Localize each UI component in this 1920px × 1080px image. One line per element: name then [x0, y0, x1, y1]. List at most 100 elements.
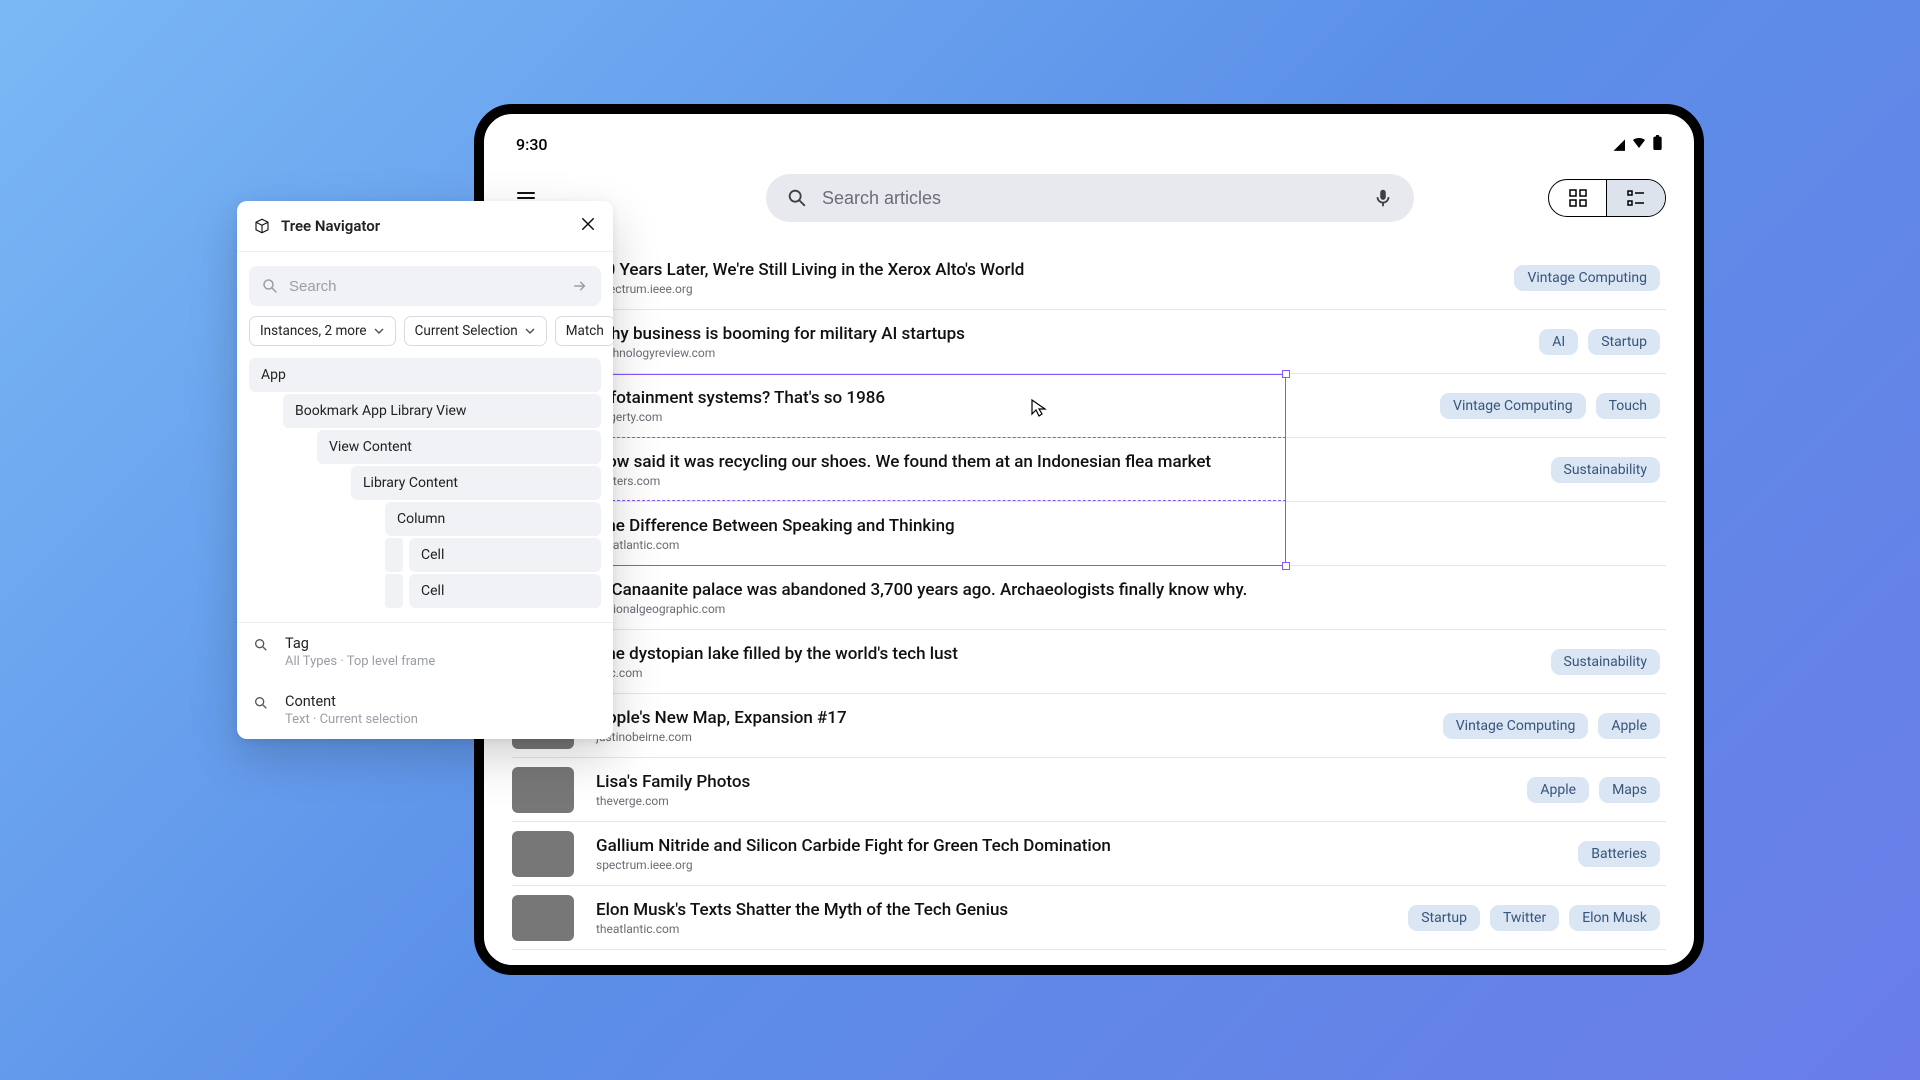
- article-title: 50 Years Later, We're Still Living in th…: [596, 260, 1492, 280]
- article-tags: Sustainability: [1551, 649, 1666, 675]
- article-row[interactable]: A Canaanite palace was abandoned 3,700 y…: [512, 566, 1666, 630]
- tablet-content: 9:30 ◢: [484, 114, 1694, 965]
- footer-item-content[interactable]: Content Text · Current selection: [237, 681, 613, 739]
- article-tags: Apple Maps: [1527, 777, 1666, 803]
- tag-chip[interactable]: Vintage Computing: [1514, 265, 1660, 291]
- footer-label: Tag: [285, 635, 435, 652]
- status-bar: 9:30 ◢: [512, 132, 1666, 156]
- filter-match[interactable]: Match: [555, 316, 613, 346]
- tree-node-view-content[interactable]: View Content: [317, 430, 601, 464]
- tree-node-library-content[interactable]: Library Content: [351, 466, 601, 500]
- search-icon: [261, 277, 279, 295]
- tree-node-label: Cell: [409, 538, 601, 572]
- tag-chip[interactable]: Apple: [1598, 713, 1660, 739]
- article-title: The dystopian lake filled by the world's…: [596, 644, 1529, 664]
- tag-chip[interactable]: Sustainability: [1551, 649, 1660, 675]
- article-title: Why business is booming for military AI …: [596, 324, 1517, 344]
- list-view-button[interactable]: [1607, 180, 1665, 216]
- tag-chip[interactable]: Maps: [1599, 777, 1660, 803]
- panel-footer: Tag All Types · Top level frame Content …: [237, 622, 613, 739]
- search-input[interactable]: [822, 188, 1358, 209]
- article-title: Lisa's Family Photos: [596, 772, 1505, 792]
- article-thumbnail: [512, 895, 574, 941]
- article-title: Dow said it was recycling our shoes. We …: [596, 452, 1529, 472]
- tag-chip[interactable]: Touch: [1596, 393, 1660, 419]
- footer-label: Content: [285, 693, 418, 710]
- tag-chip[interactable]: Vintage Computing: [1443, 713, 1589, 739]
- tag-chip[interactable]: Elon Musk: [1569, 905, 1660, 931]
- tree-node-column[interactable]: Column: [385, 502, 601, 536]
- signal-icon: ◢: [1613, 135, 1625, 153]
- cube-icon: [253, 217, 271, 235]
- tree-node-cell-1[interactable]: Cell: [385, 538, 601, 572]
- article-row[interactable]: Apple's New Map, Expansion #17justinobei…: [512, 694, 1666, 758]
- arrow-right-icon[interactable]: [571, 277, 589, 295]
- article-row[interactable]: Gallium Nitride and Silicon Carbide Figh…: [512, 822, 1666, 886]
- tag-chip[interactable]: Twitter: [1490, 905, 1559, 931]
- article-row[interactable]: Elon Musk's Texts Shatter the Myth of th…: [512, 886, 1666, 950]
- tree-node-cell-2[interactable]: Cell: [385, 574, 601, 608]
- search-icon: [253, 695, 269, 711]
- panel-search: [249, 266, 601, 306]
- list-icon: [1627, 189, 1645, 207]
- article-title: Gallium Nitride and Silicon Carbide Figh…: [596, 836, 1556, 856]
- article-row[interactable]: Why business is booming for military AI …: [512, 310, 1666, 374]
- search-icon: [786, 187, 808, 209]
- footer-item-tag[interactable]: Tag All Types · Top level frame: [237, 623, 613, 681]
- tree-spine: [385, 574, 403, 608]
- tablet-frame: 9:30 ◢: [474, 104, 1704, 975]
- wifi-icon: [1631, 134, 1647, 154]
- article-source: reuters.com: [596, 474, 1529, 488]
- close-icon: [579, 215, 597, 233]
- article-text: Why business is booming for military AI …: [596, 324, 1517, 360]
- battery-icon: [1653, 135, 1662, 154]
- tree: App Bookmark App Library View View Conte…: [237, 358, 613, 622]
- tree-spine: [385, 538, 403, 572]
- article-list[interactable]: 50 Years Later, We're Still Living in th…: [512, 246, 1666, 965]
- article-text: A Canaanite palace was abandoned 3,700 y…: [596, 580, 1638, 616]
- article-text: Gallium Nitride and Silicon Carbide Figh…: [596, 836, 1556, 872]
- panel-close-button[interactable]: [579, 215, 597, 237]
- mic-icon[interactable]: [1372, 187, 1394, 209]
- article-source: hagerty.com: [596, 410, 1418, 424]
- top-bar: [512, 174, 1666, 222]
- article-row[interactable]: Infotainment systems? That's so 1986 hage…: [512, 374, 1666, 438]
- article-row[interactable]: 50 Years Later, We're Still Living in th…: [512, 246, 1666, 310]
- tag-chip[interactable]: Batteries: [1578, 841, 1660, 867]
- tag-chip[interactable]: AI: [1539, 329, 1578, 355]
- tag-chip[interactable]: Startup: [1408, 905, 1480, 931]
- grid-icon: [1569, 189, 1587, 207]
- tree-node-label: Cell: [409, 574, 601, 608]
- article-source: bbc.com: [596, 666, 1529, 680]
- article-row[interactable]: Dow said it was recycling our shoes. We …: [512, 438, 1666, 502]
- article-thumbnail: [512, 767, 574, 813]
- panel-search-input[interactable]: [249, 266, 601, 306]
- article-source: nationalgeographic.com: [596, 602, 1638, 616]
- article-text: 50 Years Later, We're Still Living in th…: [596, 260, 1492, 296]
- tag-chip[interactable]: Vintage Computing: [1440, 393, 1586, 419]
- tag-chip[interactable]: Startup: [1588, 329, 1660, 355]
- filter-scope[interactable]: Current Selection: [404, 316, 547, 346]
- article-source: theverge.com: [596, 794, 1505, 808]
- tag-chip[interactable]: Sustainability: [1551, 457, 1660, 483]
- tree-node-app[interactable]: App: [249, 358, 601, 392]
- article-title: Apple's New Map, Expansion #17: [596, 708, 1421, 728]
- grid-view-button[interactable]: [1549, 180, 1607, 216]
- search-icon: [253, 637, 269, 653]
- article-text: The dystopian lake filled by the world's…: [596, 644, 1529, 680]
- article-row[interactable]: The Difference Between Speaking and Thin…: [512, 502, 1666, 566]
- search-bar[interactable]: [766, 174, 1414, 222]
- tree-node-bookmark-app-library-view[interactable]: Bookmark App Library View: [283, 394, 601, 428]
- article-title: Infotainment systems? That's so 1986: [596, 388, 1418, 408]
- article-tags: Sustainability: [1551, 457, 1666, 483]
- panel-header: Tree Navigator: [237, 201, 613, 252]
- article-title: The Difference Between Speaking and Thin…: [596, 516, 1638, 536]
- tag-chip[interactable]: Apple: [1527, 777, 1589, 803]
- article-row[interactable]: Lisa's Family Photos theverge.com Apple Map…: [512, 758, 1666, 822]
- article-text: Lisa's Family Photos theverge.com: [596, 772, 1505, 808]
- article-thumbnail: [512, 831, 574, 877]
- article-row[interactable]: The dystopian lake filled by the world's…: [512, 630, 1666, 694]
- panel-filters: Instances, 2 more Current Selection Matc…: [237, 316, 613, 358]
- filter-instances[interactable]: Instances, 2 more: [249, 316, 396, 346]
- article-title: Elon Musk's Texts Shatter the Myth of th…: [596, 900, 1386, 920]
